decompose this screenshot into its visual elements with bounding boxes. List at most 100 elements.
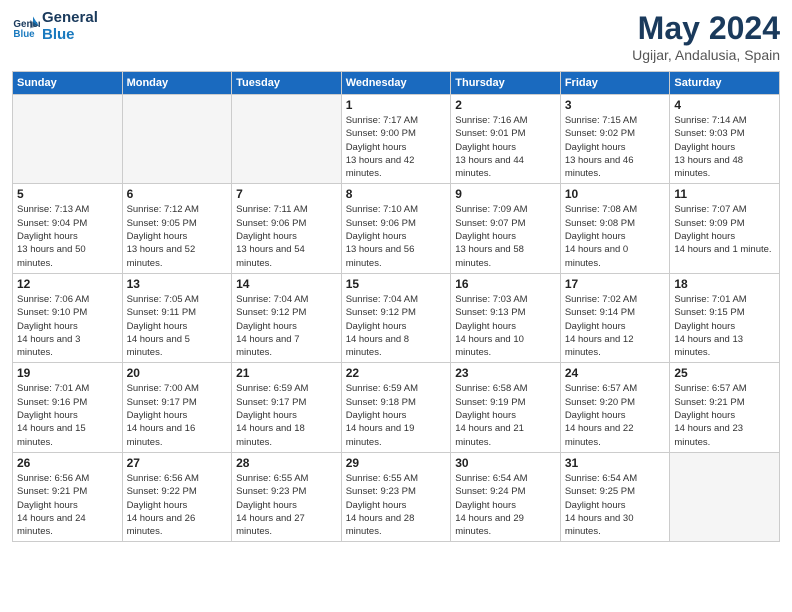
calendar-week-row: 5 Sunrise: 7:13 AMSunset: 9:04 PMDaylight… [13, 184, 780, 273]
day-number: 3 [565, 98, 666, 112]
day-info: Sunrise: 7:01 AMSunset: 9:15 PMDaylight … [674, 293, 775, 359]
calendar-cell: 12 Sunrise: 7:06 AMSunset: 9:10 PMDayligh… [13, 273, 123, 362]
calendar-cell: 31 Sunrise: 6:54 AMSunset: 9:25 PMDayligh… [560, 452, 670, 541]
day-info: Sunrise: 6:59 AMSunset: 9:17 PMDaylight … [236, 382, 337, 448]
day-number: 28 [236, 456, 337, 470]
calendar-cell: 14Sunrise: 7:04 AMSunset: 9:12 PMDayligh… [232, 273, 342, 362]
day-number: 10 [565, 187, 666, 201]
header-thursday: Thursday [451, 72, 561, 95]
day-info: Sunrise: 7:00 AMSunset: 9:17 PMDaylight … [127, 382, 228, 448]
calendar-week-row: 12 Sunrise: 7:06 AMSunset: 9:10 PMDayligh… [13, 273, 780, 362]
day-info: Sunrise: 7:07 AMSunset: 9:09 PMDaylight … [674, 203, 775, 256]
day-info: Sunrise: 6:56 AMSunset: 9:21 PMDaylight … [17, 472, 118, 538]
logo-line1: General [42, 10, 98, 27]
day-number: 16 [455, 277, 556, 291]
title-section: May 2024 Ugijar, Andalusia, Spain [632, 10, 780, 63]
calendar-cell: 7Sunrise: 7:11 AMSunset: 9:06 PMDaylight… [232, 184, 342, 273]
day-info: Sunrise: 7:08 AMSunset: 9:08 PMDaylight … [565, 203, 666, 269]
calendar-week-row: 1 Sunrise: 7:17 AMSunset: 9:00 PMDaylight… [13, 95, 780, 184]
calendar-cell: 5 Sunrise: 7:13 AMSunset: 9:04 PMDaylight… [13, 184, 123, 273]
day-info: Sunrise: 7:05 AMSunset: 9:11 PMDaylight … [127, 293, 228, 359]
calendar-cell: 29Sunrise: 6:55 AMSunset: 9:23 PMDayligh… [341, 452, 451, 541]
calendar-cell: 13Sunrise: 7:05 AMSunset: 9:11 PMDayligh… [122, 273, 232, 362]
day-info: Sunrise: 7:06 AMSunset: 9:10 PMDaylight … [17, 293, 118, 359]
logo-line2: Blue [42, 27, 98, 44]
calendar-cell: 28 Sunrise: 6:55 AMSunset: 9:23 PMDayligh… [232, 452, 342, 541]
day-info: Sunrise: 6:57 AMSunset: 9:21 PMDaylight … [674, 382, 775, 448]
calendar-cell: 8Sunrise: 7:10 AMSunset: 9:06 PMDaylight… [341, 184, 451, 273]
day-number: 5 [17, 187, 118, 201]
day-number: 20 [127, 366, 228, 380]
page-container: General Blue General Blue May 2024 Ugija… [0, 0, 792, 552]
day-number: 18 [674, 277, 775, 291]
day-number: 7 [236, 187, 337, 201]
day-info: Sunrise: 7:09 AMSunset: 9:07 PMDaylight … [455, 203, 556, 269]
day-info: Sunrise: 7:14 AMSunset: 9:03 PMDaylight … [674, 114, 775, 180]
month-title: May 2024 [632, 10, 780, 47]
calendar-cell [13, 95, 123, 184]
calendar-cell: 30Sunrise: 6:54 AMSunset: 9:24 PMDayligh… [451, 452, 561, 541]
day-info: Sunrise: 7:13 AMSunset: 9:04 PMDaylight … [17, 203, 118, 269]
calendar-week-row: 26Sunrise: 6:56 AMSunset: 9:21 PMDayligh… [13, 452, 780, 541]
calendar-cell: 9 Sunrise: 7:09 AMSunset: 9:07 PMDaylight… [451, 184, 561, 273]
page-header: General Blue General Blue May 2024 Ugija… [12, 10, 780, 63]
day-info: Sunrise: 7:04 AMSunset: 9:12 PMDaylight … [346, 293, 447, 359]
calendar-cell: 26Sunrise: 6:56 AMSunset: 9:21 PMDayligh… [13, 452, 123, 541]
header-tuesday: Tuesday [232, 72, 342, 95]
day-info: Sunrise: 7:17 AMSunset: 9:00 PMDaylight … [346, 114, 447, 180]
day-number: 21 [236, 366, 337, 380]
day-info: Sunrise: 7:15 AMSunset: 9:02 PMDaylight … [565, 114, 666, 180]
calendar-cell: 16 Sunrise: 7:03 AMSunset: 9:13 PMDayligh… [451, 273, 561, 362]
day-info: Sunrise: 6:54 AMSunset: 9:25 PMDaylight … [565, 472, 666, 538]
day-info: Sunrise: 6:57 AMSunset: 9:20 PMDaylight … [565, 382, 666, 448]
day-info: Sunrise: 7:10 AMSunset: 9:06 PMDaylight … [346, 203, 447, 269]
calendar-cell [232, 95, 342, 184]
calendar-cell: 21 Sunrise: 6:59 AMSunset: 9:17 PMDayligh… [232, 363, 342, 452]
calendar-cell: 22 Sunrise: 6:59 AMSunset: 9:18 PMDayligh… [341, 363, 451, 452]
day-info: Sunrise: 6:56 AMSunset: 9:22 PMDaylight … [127, 472, 228, 538]
day-number: 22 [346, 366, 447, 380]
calendar-cell: 1 Sunrise: 7:17 AMSunset: 9:00 PMDaylight… [341, 95, 451, 184]
calendar-cell: 6Sunrise: 7:12 AMSunset: 9:05 PMDaylight… [122, 184, 232, 273]
calendar-cell [670, 452, 780, 541]
header-wednesday: Wednesday [341, 72, 451, 95]
day-info: Sunrise: 6:59 AMSunset: 9:18 PMDaylight … [346, 382, 447, 448]
day-number: 11 [674, 187, 775, 201]
location: Ugijar, Andalusia, Spain [632, 47, 780, 63]
day-number: 19 [17, 366, 118, 380]
calendar-cell: 27 Sunrise: 6:56 AMSunset: 9:22 PMDayligh… [122, 452, 232, 541]
calendar-cell: 2Sunrise: 7:16 AMSunset: 9:01 PMDaylight… [451, 95, 561, 184]
calendar-cell: 17Sunrise: 7:02 AMSunset: 9:14 PMDayligh… [560, 273, 670, 362]
day-number: 9 [455, 187, 556, 201]
svg-text:Blue: Blue [13, 28, 35, 39]
day-info: Sunrise: 7:04 AMSunset: 9:12 PMDaylight … [236, 293, 337, 359]
header-saturday: Saturday [670, 72, 780, 95]
day-info: Sunrise: 7:02 AMSunset: 9:14 PMDaylight … [565, 293, 666, 359]
day-number: 15 [346, 277, 447, 291]
day-number: 25 [674, 366, 775, 380]
calendar-cell: 19Sunrise: 7:01 AMSunset: 9:16 PMDayligh… [13, 363, 123, 452]
day-info: Sunrise: 7:03 AMSunset: 9:13 PMDaylight … [455, 293, 556, 359]
calendar-cell: 10 Sunrise: 7:08 AMSunset: 9:08 PMDayligh… [560, 184, 670, 273]
day-info: Sunrise: 7:12 AMSunset: 9:05 PMDaylight … [127, 203, 228, 269]
day-info: Sunrise: 6:55 AMSunset: 9:23 PMDaylight … [346, 472, 447, 538]
calendar-cell: 24Sunrise: 6:57 AMSunset: 9:20 PMDayligh… [560, 363, 670, 452]
day-number: 1 [346, 98, 447, 112]
day-number: 27 [127, 456, 228, 470]
day-number: 30 [455, 456, 556, 470]
day-info: Sunrise: 7:16 AMSunset: 9:01 PMDaylight … [455, 114, 556, 180]
calendar-week-row: 19Sunrise: 7:01 AMSunset: 9:16 PMDayligh… [13, 363, 780, 452]
day-number: 31 [565, 456, 666, 470]
calendar-cell: 11 Sunrise: 7:07 AMSunset: 9:09 PMDayligh… [670, 184, 780, 273]
calendar-cell: 18 Sunrise: 7:01 AMSunset: 9:15 PMDayligh… [670, 273, 780, 362]
header-sunday: Sunday [13, 72, 123, 95]
calendar-cell: 20 Sunrise: 7:00 AMSunset: 9:17 PMDayligh… [122, 363, 232, 452]
calendar-cell: 25 Sunrise: 6:57 AMSunset: 9:21 PMDayligh… [670, 363, 780, 452]
logo: General Blue General Blue [12, 10, 98, 43]
logo-icon: General Blue [12, 13, 40, 41]
day-info: Sunrise: 6:58 AMSunset: 9:19 PMDaylight … [455, 382, 556, 448]
day-number: 23 [455, 366, 556, 380]
day-number: 12 [17, 277, 118, 291]
calendar-header-row: Sunday Monday Tuesday Wednesday Thursday… [13, 72, 780, 95]
day-info: Sunrise: 6:55 AMSunset: 9:23 PMDaylight … [236, 472, 337, 538]
